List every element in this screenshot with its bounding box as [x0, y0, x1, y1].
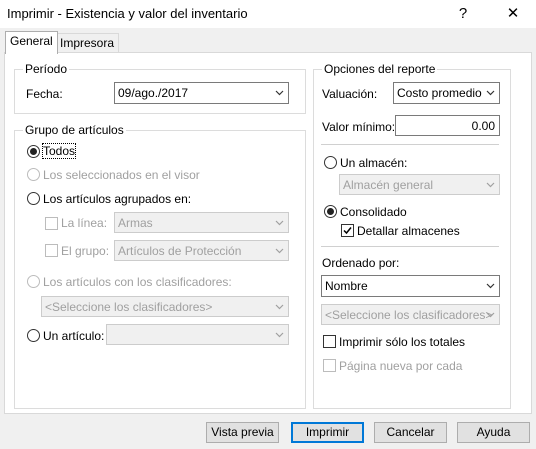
window-title: Imprimir - Existencia y valor del invent… [7, 6, 248, 21]
chevron-down-icon [486, 90, 495, 96]
ordenado-clasificadores-value: <Seleccione los clasificadores> [325, 308, 493, 322]
chevron-down-icon [275, 248, 284, 254]
valor-minimo-label: Valor mínimo: [322, 120, 396, 134]
chevron-down-icon [275, 90, 284, 96]
vista-previa-button[interactable]: Vista previa [206, 422, 279, 443]
un-almacen-label[interactable]: Un almacén: [340, 156, 407, 170]
chevron-down-icon [275, 220, 284, 226]
tab-impresora[interactable]: Impresora [55, 33, 120, 53]
detallar-checkbox[interactable] [341, 224, 354, 237]
un-almacen-radio[interactable] [324, 156, 337, 169]
un-articulo-radio[interactable] [27, 329, 40, 342]
valuacion-value: Costo promedio [397, 86, 482, 100]
pagina-nueva-checkbox[interactable] [323, 359, 336, 372]
valor-minimo-value: 0.00 [471, 119, 495, 133]
almacen-select[interactable]: Almacén general [339, 174, 500, 195]
chevron-down-icon [486, 312, 495, 318]
clasificadores-value: <Seleccione los clasificadores> [45, 300, 213, 314]
solo-totales-label[interactable]: Imprimir sólo los totales [339, 335, 465, 349]
linea-checkbox[interactable] [45, 217, 58, 230]
fecha-value: 09/ago./2017 [118, 86, 189, 100]
imprimir-button[interactable]: Imprimir [291, 422, 364, 443]
chevron-down-icon [486, 182, 495, 188]
help-button[interactable]: ? [440, 0, 486, 28]
agrupados-radio[interactable] [27, 192, 40, 205]
cancelar-button[interactable]: Cancelar [374, 422, 447, 443]
todos-label[interactable]: Todos [41, 143, 77, 159]
ayuda-button[interactable]: Ayuda [457, 422, 530, 443]
clasificadores-select[interactable]: <Seleccione los clasificadores> [41, 296, 289, 317]
seleccionados-label: Los seleccionados en el visor [43, 168, 200, 182]
divider [321, 246, 499, 247]
un-articulo-label[interactable]: Un artículo: [43, 329, 104, 343]
clasificadores-label: Los artículos con los clasificadores: [43, 275, 232, 289]
grupo-select[interactable]: Artículos de Protección [114, 240, 289, 261]
periodo-legend: Período [25, 62, 68, 76]
grupo-value: Artículos de Protección [118, 244, 242, 258]
solo-totales-checkbox[interactable] [323, 335, 336, 348]
ordenado-value: Nombre [325, 279, 368, 293]
chevron-down-icon [486, 283, 495, 289]
todos-radio[interactable] [27, 145, 40, 158]
tab-general[interactable]: General [5, 31, 58, 54]
fecha-date-picker[interactable]: 09/ago./2017 [114, 82, 289, 104]
fecha-label: Fecha: [26, 87, 63, 101]
ordenado-clasificadores-select[interactable]: <Seleccione los clasificadores> [321, 304, 500, 325]
valuacion-label: Valuación: [322, 87, 378, 101]
linea-value: Armas [118, 216, 153, 230]
valuacion-select[interactable]: Costo promedio [393, 82, 500, 104]
close-button[interactable]: ✕ [490, 0, 536, 28]
chevron-down-icon [275, 332, 284, 338]
pagina-nueva-label: Página nueva por cada [339, 359, 463, 373]
agrupados-label[interactable]: Los artículos agrupados en: [43, 192, 191, 206]
ordenado-label: Ordenado por: [322, 256, 400, 270]
seleccionados-radio[interactable] [27, 168, 40, 181]
opciones-legend: Opciones del reporte [324, 62, 436, 76]
grupo-checkbox[interactable] [45, 244, 58, 257]
chevron-down-icon [275, 304, 284, 310]
consolidado-radio[interactable] [324, 205, 337, 218]
linea-label: La línea: [61, 216, 108, 230]
grupo-articulos-group: Grupo de artículos [14, 123, 306, 409]
detallar-label[interactable]: Detallar almacenes [357, 224, 460, 238]
checkmark-icon [343, 227, 352, 235]
linea-select[interactable]: Armas [114, 212, 289, 233]
almacen-value: Almacén general [343, 178, 434, 192]
ordenado-select[interactable]: Nombre [321, 275, 500, 297]
consolidado-label[interactable]: Consolidado [340, 205, 407, 219]
valor-minimo-input[interactable]: 0.00 [395, 115, 500, 136]
divider [321, 144, 499, 145]
clasificadores-radio[interactable] [27, 275, 40, 288]
grupo-legend: Grupo de artículos [25, 123, 124, 137]
articulo-select[interactable] [106, 324, 289, 345]
grupo-label: El grupo: [61, 244, 110, 258]
